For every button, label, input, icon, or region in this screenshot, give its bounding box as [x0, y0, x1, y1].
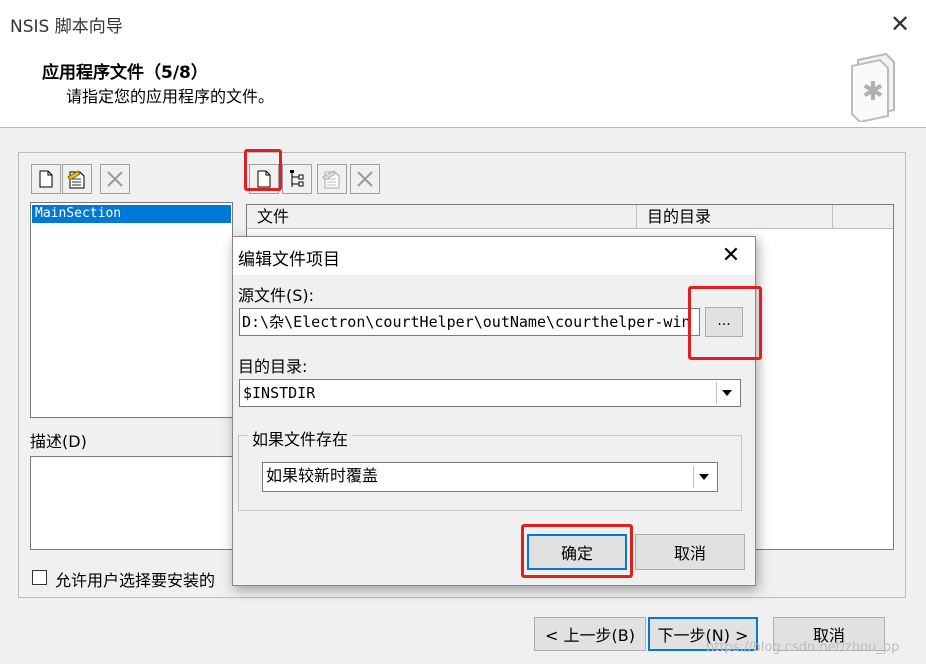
page-subtitle: 请指定您的应用程序的文件。 — [66, 87, 275, 106]
destination-select[interactable]: $INSTDIR — [239, 379, 741, 407]
window-title: NSIS 脚本向导 — [10, 17, 123, 37]
destination-value: $INSTDIR — [243, 384, 316, 402]
watermark: https://blog.csdn.net/zhou_pp — [706, 640, 900, 655]
delete-section-button[interactable] — [100, 164, 130, 194]
new-section-icon — [39, 170, 53, 188]
delete-file-button[interactable] — [350, 164, 380, 194]
edit-section-button[interactable] — [62, 164, 92, 194]
file-exists-select[interactable]: 如果较新时覆盖 — [262, 462, 718, 492]
window-close-button[interactable]: ✕ — [884, 8, 916, 40]
add-file-highlight — [244, 149, 282, 191]
allow-select-label: 允许用户选择要安装的 — [55, 571, 216, 590]
add-directory-button[interactable] — [282, 164, 312, 194]
wizard-document-icon: ✱ — [844, 50, 904, 124]
description-label: 描述(D) — [30, 432, 87, 451]
allow-select-checkbox[interactable] — [32, 570, 47, 585]
dialog-cancel-button[interactable]: 取消 — [635, 534, 745, 570]
ok-highlight — [521, 524, 633, 578]
delete-file-icon — [357, 171, 373, 187]
add-directory-icon — [290, 170, 304, 187]
edit-section-icon — [67, 170, 85, 189]
column-header-file[interactable]: 文件 — [247, 205, 637, 229]
back-button[interactable]: < 上一步(B) — [534, 617, 646, 651]
list-item[interactable]: MainSection — [32, 205, 231, 223]
chevron-down-icon[interactable] — [693, 466, 713, 488]
source-file-label: 源文件(S): — [238, 286, 315, 305]
dialog-title: 编辑文件项目 — [238, 250, 340, 270]
browse-highlight — [688, 286, 762, 360]
svg-text:✱: ✱ — [862, 77, 884, 107]
edit-file-button[interactable] — [317, 164, 347, 194]
file-exists-value: 如果较新时覆盖 — [266, 466, 379, 485]
source-file-field[interactable]: D:\杂\Electron\courtHelper\outName\courth… — [239, 308, 700, 336]
edit-file-icon — [322, 170, 340, 189]
destination-label: 目的目录: — [238, 357, 308, 376]
page-title: 应用程序文件（5/8） — [42, 63, 208, 83]
file-exists-group-label: 如果文件存在 — [248, 426, 353, 450]
column-header-destination[interactable]: 目的目录 — [637, 205, 833, 229]
title-bar — [0, 0, 926, 48]
new-section-button[interactable] — [31, 164, 61, 194]
description-field[interactable] — [30, 456, 233, 550]
chevron-down-icon[interactable] — [716, 382, 736, 404]
dialog-close-button[interactable]: ✕ — [714, 242, 748, 270]
delete-section-icon — [107, 171, 123, 187]
sections-list[interactable] — [30, 202, 233, 418]
